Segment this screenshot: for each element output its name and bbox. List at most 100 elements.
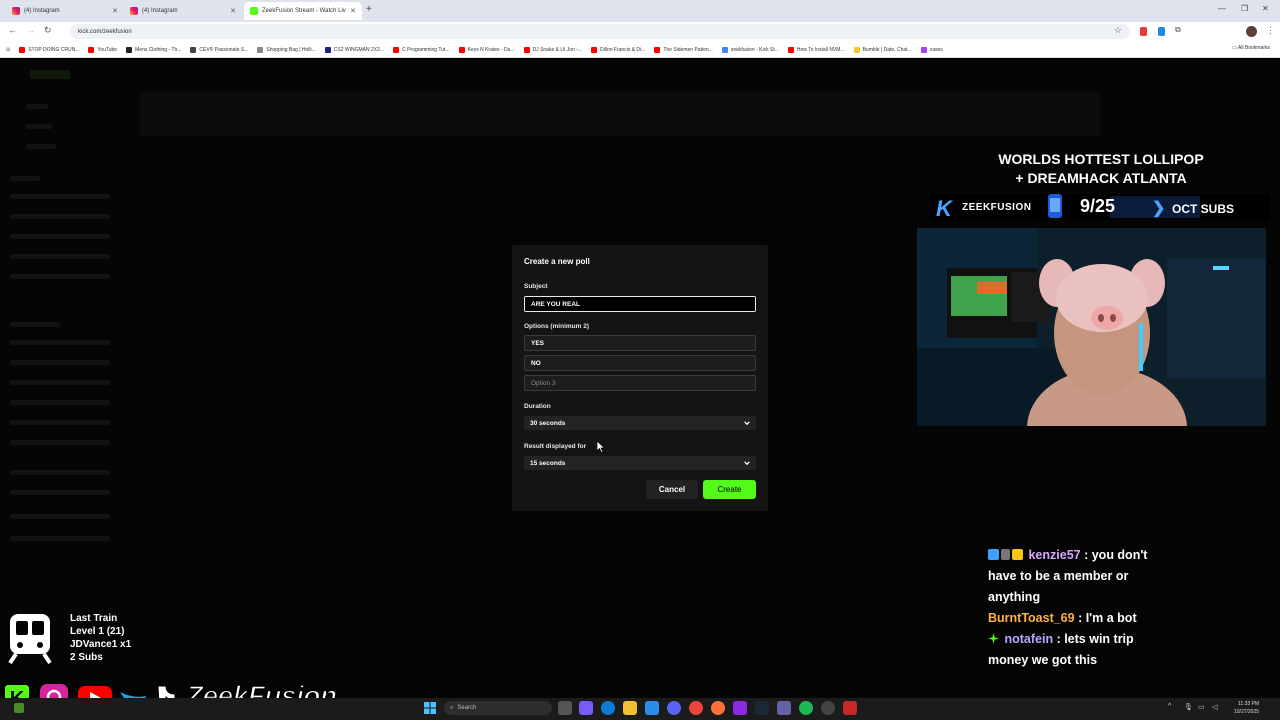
- chat-message: kenzie57 : you don't have to be a member…: [988, 545, 1168, 608]
- menu-icon[interactable]: ⋮: [1266, 25, 1275, 36]
- youtube-icon: [523, 46, 530, 53]
- search-placeholder: Search: [457, 705, 477, 711]
- close-icon[interactable]: ✕: [350, 7, 356, 15]
- instagram-icon: [12, 7, 20, 15]
- obs-icon[interactable]: [821, 701, 835, 715]
- clock-time: 11:33 PM: [1238, 701, 1260, 707]
- bookmark[interactable]: C Programming Tut...: [393, 46, 450, 53]
- duration-value: 30 seconds: [530, 419, 566, 427]
- site-icon: [920, 46, 927, 53]
- bookmark-label: Dillon Francis & Di...: [600, 46, 646, 53]
- create-button[interactable]: Create: [703, 480, 756, 499]
- widgets-icon[interactable]: [14, 703, 24, 713]
- extension-icon[interactable]: [1158, 27, 1165, 36]
- system-clock[interactable]: 11:33 PM 10/27/2025: [1234, 700, 1259, 716]
- bookmark[interactable]: zeekfusion - Kick St...: [721, 46, 779, 53]
- bookmark[interactable]: Mens Clothing - Th...: [126, 46, 181, 53]
- volume-icon[interactable]: ◁: [1212, 703, 1217, 711]
- bookmarks-bar: ⊞ STOP DOING CRUN... YouTube Mens Clothi…: [0, 42, 1280, 58]
- bookmark[interactable]: Shopping Bag | Holli...: [257, 46, 316, 53]
- file-explorer-icon[interactable]: [623, 701, 637, 715]
- firefox-icon[interactable]: [711, 701, 725, 715]
- taskbar-search[interactable]: ⌕ Search: [444, 701, 552, 715]
- apps-icon[interactable]: ⊞: [6, 47, 10, 53]
- bookmark[interactable]: YouTube: [88, 46, 117, 53]
- bookmark[interactable]: The Sidemen Patien...: [654, 46, 713, 53]
- youtube-icon: [591, 46, 598, 53]
- overlay-brand: ZEEKFUSION: [962, 202, 1032, 213]
- address-bar[interactable]: kick.com/zeekfusion: [70, 24, 1130, 39]
- bookmark[interactable]: CEV® Passionate S...: [190, 46, 248, 53]
- mouse-cursor-icon: [597, 441, 605, 453]
- folder-icon: ▭: [1232, 45, 1237, 51]
- chat-overlay: kenzie57 : you don't have to be a member…: [988, 545, 1168, 671]
- option-1-input[interactable]: YES: [524, 335, 756, 351]
- edge-icon[interactable]: [601, 701, 615, 715]
- chat-username: kenzie57: [1028, 548, 1081, 562]
- option-value: YES: [531, 339, 545, 347]
- profile-avatar[interactable]: [1246, 26, 1257, 37]
- maximize-button[interactable]: ❐: [1241, 4, 1248, 13]
- subject-input[interactable]: ARE YOU REAL: [524, 296, 756, 312]
- extensions-icon[interactable]: ⧉: [1175, 25, 1181, 35]
- network-icon[interactable]: ▭: [1198, 703, 1205, 711]
- extension-icon[interactable]: [1140, 27, 1147, 36]
- windows-start-icon[interactable]: [424, 702, 436, 714]
- chrome-icon[interactable]: [689, 701, 703, 715]
- option-2-input[interactable]: NO: [524, 355, 756, 371]
- bookmark[interactable]: cases: [920, 46, 943, 53]
- bookmark-label: The Sidemen Patien...: [663, 46, 713, 53]
- result-duration-select[interactable]: 15 seconds: [524, 456, 756, 470]
- back-icon[interactable]: ←: [8, 25, 17, 35]
- bookmark-label: Keys N Krates - Du...: [467, 46, 515, 53]
- bookmark[interactable]: STOP DOING CRUN...: [19, 46, 79, 53]
- store-icon[interactable]: [645, 701, 659, 715]
- app-icon[interactable]: [733, 701, 747, 715]
- forward-icon[interactable]: →: [26, 25, 35, 35]
- star-icon[interactable]: ☆: [1114, 25, 1122, 36]
- chevron-up-icon[interactable]: ^: [1168, 703, 1171, 710]
- reload-icon[interactable]: ↻: [44, 25, 52, 36]
- close-window-button[interactable]: ✕: [1262, 4, 1269, 13]
- option-3-input[interactable]: Option 3: [524, 375, 756, 391]
- bookmark-label: cases: [929, 46, 943, 53]
- browser-tab[interactable]: (4) Instagram ✕: [124, 2, 242, 20]
- tab-label: (4) Instagram: [24, 8, 60, 14]
- app-icon[interactable]: [579, 701, 593, 715]
- instagram-icon: [130, 7, 138, 15]
- chat-text: : I'm a bot: [1078, 611, 1137, 625]
- close-icon[interactable]: ✕: [230, 7, 236, 15]
- option-placeholder: Option 3: [531, 379, 556, 387]
- duration-select[interactable]: 30 seconds: [524, 416, 756, 430]
- youtube-icon: [19, 46, 26, 53]
- bookmark[interactable]: Keys N Krates - Du...: [458, 46, 515, 53]
- overlay-title: WORLDS HOTTEST LOLLIPOP + DREAMHACK ATLA…: [960, 150, 1242, 188]
- discord-icon[interactable]: [667, 701, 681, 715]
- bookmark[interactable]: How To Install NVM...: [787, 46, 845, 53]
- app-icon[interactable]: [843, 701, 857, 715]
- new-tab-button[interactable]: +: [366, 4, 372, 15]
- bookmark[interactable]: DJ Snake & Lil Jon -...: [523, 46, 582, 53]
- cancel-button[interactable]: Cancel: [646, 480, 698, 499]
- subject-value: ARE YOU REAL: [531, 300, 580, 308]
- chevron-down-icon: [744, 461, 750, 466]
- bookmark[interactable]: Dillon Francis & Di...: [591, 46, 646, 53]
- bookmark[interactable]: CS2 WINGMAN 2X2...: [324, 46, 384, 53]
- teams-icon[interactable]: [777, 701, 791, 715]
- spotify-icon[interactable]: [799, 701, 813, 715]
- google-icon: [721, 46, 728, 53]
- stream-header-dimmed: [140, 92, 1100, 136]
- youtube-icon: [654, 46, 661, 53]
- all-bookmarks-button[interactable]: ▭ All Bookmarks: [1232, 45, 1270, 51]
- youtube-icon: [393, 46, 400, 53]
- close-icon[interactable]: ✕: [112, 7, 118, 15]
- steam-icon[interactable]: [755, 701, 769, 715]
- minimize-button[interactable]: —: [1218, 4, 1226, 13]
- modal-title: Create a new poll: [524, 257, 590, 266]
- browser-tab[interactable]: (4) Instagram ✕: [6, 2, 124, 20]
- task-view-icon[interactable]: [558, 701, 572, 715]
- browser-tab-active[interactable]: ZeekFusion Stream - Watch Liv ✕: [244, 2, 362, 20]
- bookmark[interactable]: Bumble | Date, Chat...: [853, 46, 912, 53]
- mic-icon[interactable]: 🎙: [1184, 703, 1193, 711]
- webcam-feed: [917, 228, 1266, 426]
